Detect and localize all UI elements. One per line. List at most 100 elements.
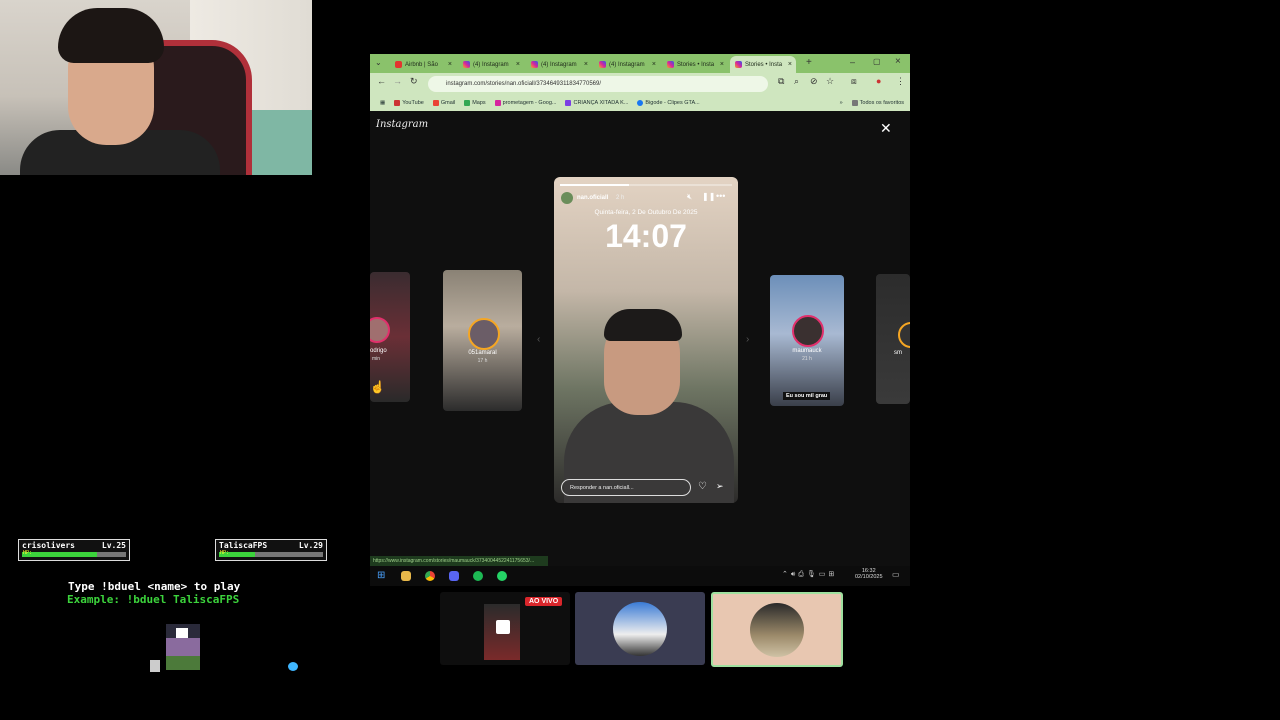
folder-icon: [851, 100, 858, 106]
bookmark-prometagem[interactable]: prometagem - Goog...: [494, 100, 556, 106]
story-main[interactable]: nan.oficiall 2 h 🔇︎ ❚❚ ••• Quinta-feira,…: [554, 177, 738, 503]
address-bar-row: ← → ↻ instagram.com/stories/nan.oficiall…: [370, 73, 910, 95]
more-bookmarks-icon[interactable]: »: [840, 100, 843, 106]
file-explorer-icon[interactable]: [401, 571, 411, 581]
tab-instagram-3[interactable]: (4) Instagram ×: [594, 56, 660, 73]
stream-thumbnail-2[interactable]: [575, 592, 705, 665]
story-username: maumauck: [792, 348, 822, 354]
bookmark-maps[interactable]: Maps: [464, 100, 486, 106]
instagram-icon: [463, 61, 470, 68]
avatar: [561, 192, 573, 204]
story-preview-right-2[interactable]: sm: [876, 274, 910, 404]
tab-airbnb[interactable]: Airbnb | São ×: [390, 56, 456, 73]
zoom-icon[interactable]: ⌕: [794, 76, 799, 87]
duel-instructions: Type !bduel <name> to play: [68, 580, 241, 593]
bookmark-bigode[interactable]: Bigode - Clipes GTA...: [637, 100, 700, 106]
url-field[interactable]: instagram.com/stories/nan.oficiall/37346…: [428, 76, 768, 92]
story-clock: 14:07: [605, 218, 687, 254]
player1-level: Lv.25: [101, 541, 126, 550]
tab-bar: ⌄ Airbnb | São × (4) Instagram × (4) Insta…: [370, 54, 910, 73]
player1-name: crisolivers: [22, 541, 75, 550]
taskbar: ⊞ ⌃🔊︎⎙🎙︎▭⊞ 16:32 02/10/2025 ▭: [370, 566, 910, 586]
close-icon[interactable]: ×: [584, 61, 588, 68]
player1-hp-box: crisolivers Lv.25 HP:: [18, 539, 130, 561]
tab-instagram-1[interactable]: (4) Instagram ×: [458, 56, 524, 73]
twitch-icon: [565, 100, 572, 106]
send-icon[interactable]: ➢: [716, 481, 724, 492]
window-close-button[interactable]: ×: [895, 56, 901, 67]
bookmark-gmail[interactable]: Gmail: [432, 100, 455, 106]
avatar: [792, 315, 824, 347]
windows-start-icon[interactable]: ⊞: [377, 570, 385, 581]
minimize-button[interactable]: –: [850, 57, 855, 67]
story-preview-left-2[interactable]: 051amaral 17 h: [443, 270, 522, 411]
more-options-icon[interactable]: •••: [716, 191, 725, 201]
close-icon[interactable]: ×: [652, 61, 656, 68]
person-hair: [58, 8, 164, 63]
close-icon[interactable]: ×: [516, 61, 520, 68]
maps-icon: [464, 100, 471, 106]
story-time: 17 h: [477, 358, 488, 364]
airbnb-icon: [395, 61, 402, 68]
new-tab-button[interactable]: +: [806, 57, 812, 68]
whatsapp-icon[interactable]: [497, 571, 507, 581]
story-username: sm: [894, 350, 902, 356]
bookmark-all-favorites[interactable]: Todos os favoritos: [851, 100, 904, 106]
back-icon[interactable]: ←: [377, 76, 386, 86]
status-url: https://www.instagram.com/stories/maumau…: [370, 556, 548, 566]
forward-icon[interactable]: →: [393, 76, 402, 86]
live-badge: AO VIVO: [525, 597, 563, 606]
next-story-icon[interactable]: ›: [746, 334, 749, 345]
mute-icon[interactable]: 🔇︎: [687, 192, 692, 202]
close-icon[interactable]: ×: [448, 61, 452, 68]
bookmark-crianca[interactable]: CRIANÇA XITADA K...: [565, 100, 628, 106]
instagram-icon: [735, 61, 742, 68]
player1-hp-bar: HP:: [22, 550, 126, 557]
instagram-icon: [531, 61, 538, 68]
discord-icon[interactable]: [449, 571, 459, 581]
story-date: Quinta-feira, 2 De Outubro De 2025: [594, 209, 698, 216]
maximize-button[interactable]: ▢: [873, 57, 881, 66]
reply-input[interactable]: Responder a nan.oficiall...: [561, 479, 691, 496]
avatar: [468, 318, 500, 350]
tab-stories-1[interactable]: Stories • Insta ×: [662, 56, 728, 73]
tab-instagram-2[interactable]: (4) Instagram ×: [526, 56, 592, 73]
extensions-icon[interactable]: ⧈: [851, 76, 857, 87]
webcam-feed: [0, 0, 312, 175]
story-username: odrigo: [370, 348, 387, 354]
tab-search-icon[interactable]: ⌄: [375, 58, 382, 67]
story-time: min: [372, 356, 381, 362]
pause-icon[interactable]: ❚❚: [702, 192, 715, 201]
like-icon[interactable]: ♡: [698, 481, 707, 492]
bookmark-youtube[interactable]: YouTube: [394, 100, 424, 106]
browser-window: ⌄ Airbnb | São × (4) Instagram × (4) Insta…: [370, 54, 910, 586]
taskbar-clock[interactable]: 16:32 02/10/2025: [855, 568, 883, 580]
menu-icon[interactable]: ⋮: [896, 76, 905, 87]
close-icon[interactable]: ×: [720, 61, 724, 68]
youtube-icon: [394, 100, 401, 106]
chrome-icon[interactable]: [425, 571, 435, 581]
profile-icon[interactable]: ●: [876, 76, 881, 86]
tab-stories-active[interactable]: Stories • Insta ×: [730, 56, 796, 73]
instagram-icon: [494, 100, 501, 106]
close-icon[interactable]: ×: [788, 61, 792, 68]
story-preview-right-1[interactable]: maumauck 21 h Eu sou mil grau: [770, 275, 844, 406]
notifications-icon[interactable]: ▭: [892, 570, 900, 579]
story-progress-bar: [560, 184, 732, 186]
system-tray-icons[interactable]: ⌃🔊︎⎙🎙︎▭⊞: [782, 570, 837, 579]
stream-thumbnail-3[interactable]: [711, 592, 843, 667]
close-stories-icon[interactable]: ✕: [880, 120, 892, 137]
small-sprite: [150, 660, 160, 672]
instagram-logo[interactable]: Instagram: [376, 119, 428, 130]
hide-icon[interactable]: ⊘: [810, 76, 818, 87]
cast-icon[interactable]: ⧉: [778, 76, 784, 87]
heart-icon: [288, 662, 298, 671]
apps-icon[interactable]: ▦: [380, 100, 385, 106]
bookmark-star-icon[interactable]: ☆: [826, 76, 834, 87]
spotify-icon[interactable]: [473, 571, 483, 581]
previous-story-icon[interactable]: ‹: [537, 334, 540, 345]
player2-hp-bar: HP:: [219, 550, 323, 557]
thumbnail-image: [496, 620, 510, 634]
reload-icon[interactable]: ↻: [410, 76, 418, 87]
story-username[interactable]: nan.oficiall: [577, 195, 608, 201]
